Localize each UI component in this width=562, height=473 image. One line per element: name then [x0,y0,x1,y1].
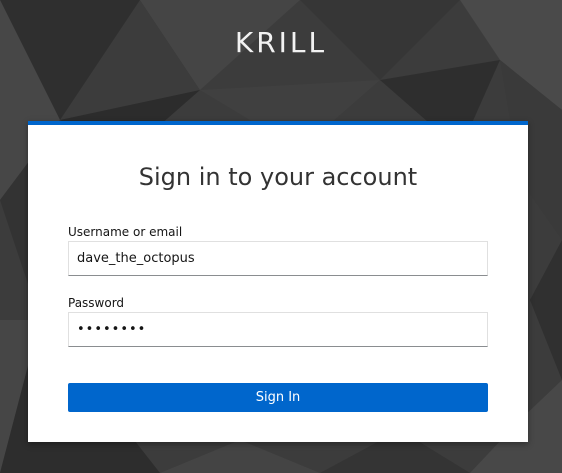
username-input[interactable] [68,241,488,276]
brand-title: KRILL [234,26,328,59]
username-label: Username or email [68,225,183,239]
password-label: Password [68,296,125,310]
sign-in-button[interactable]: Sign In [68,383,488,412]
login-heading: Sign in to your account [138,163,418,191]
login-card: Sign in to your account Username or emai… [28,121,528,442]
password-input[interactable] [68,312,488,347]
